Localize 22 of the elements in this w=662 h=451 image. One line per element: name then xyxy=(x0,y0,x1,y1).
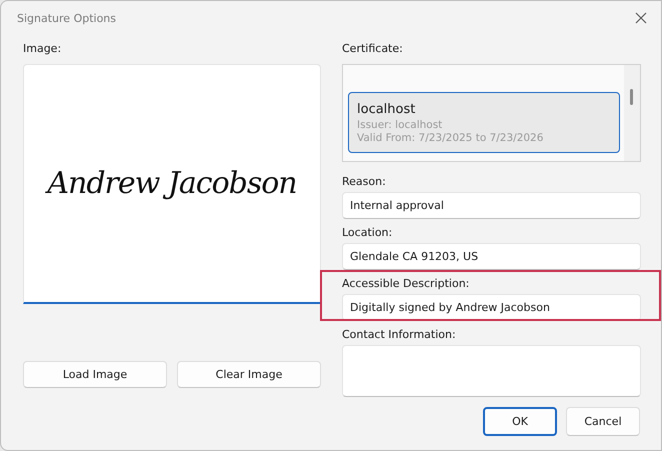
certificate-name: localhost xyxy=(357,102,416,117)
scrollbar[interactable] xyxy=(624,65,640,161)
text-field[interactable]: Glendale CA 91203, US xyxy=(342,243,641,270)
scrollbar-thumb[interactable] xyxy=(630,89,633,105)
certificate-issuer: Issuer: localhost xyxy=(357,119,444,132)
ok-button[interactable]: OK xyxy=(483,407,557,436)
cancel-button[interactable]: Cancel xyxy=(566,407,640,436)
field-label: Location: xyxy=(342,227,394,239)
close-icon[interactable] xyxy=(635,12,647,24)
text-field[interactable]: Internal approval xyxy=(342,192,641,219)
certificate-item[interactable]: localhost Issuer: localhost Valid From: 7/23/2025 to 7/23/2026 xyxy=(348,92,620,153)
text-field[interactable]: Digitally signed by Andrew Jacobson xyxy=(342,294,641,321)
field-label: Reason: xyxy=(342,176,387,188)
certificate-validity: Valid From: 7/23/2025 to 7/23/2026 xyxy=(357,132,544,145)
window-title: Signature Options xyxy=(17,12,116,24)
signature-text: Andrew Jacobson xyxy=(47,166,297,201)
field-label: Contact Information: xyxy=(342,329,457,341)
load-image-button[interactable]: Load Image xyxy=(23,361,167,388)
image-label: Image: xyxy=(23,43,62,55)
certificate-label: Certificate: xyxy=(342,43,404,55)
clear-image-button[interactable]: Clear Image xyxy=(177,361,321,388)
field-label: Accessible Description: xyxy=(342,278,470,290)
